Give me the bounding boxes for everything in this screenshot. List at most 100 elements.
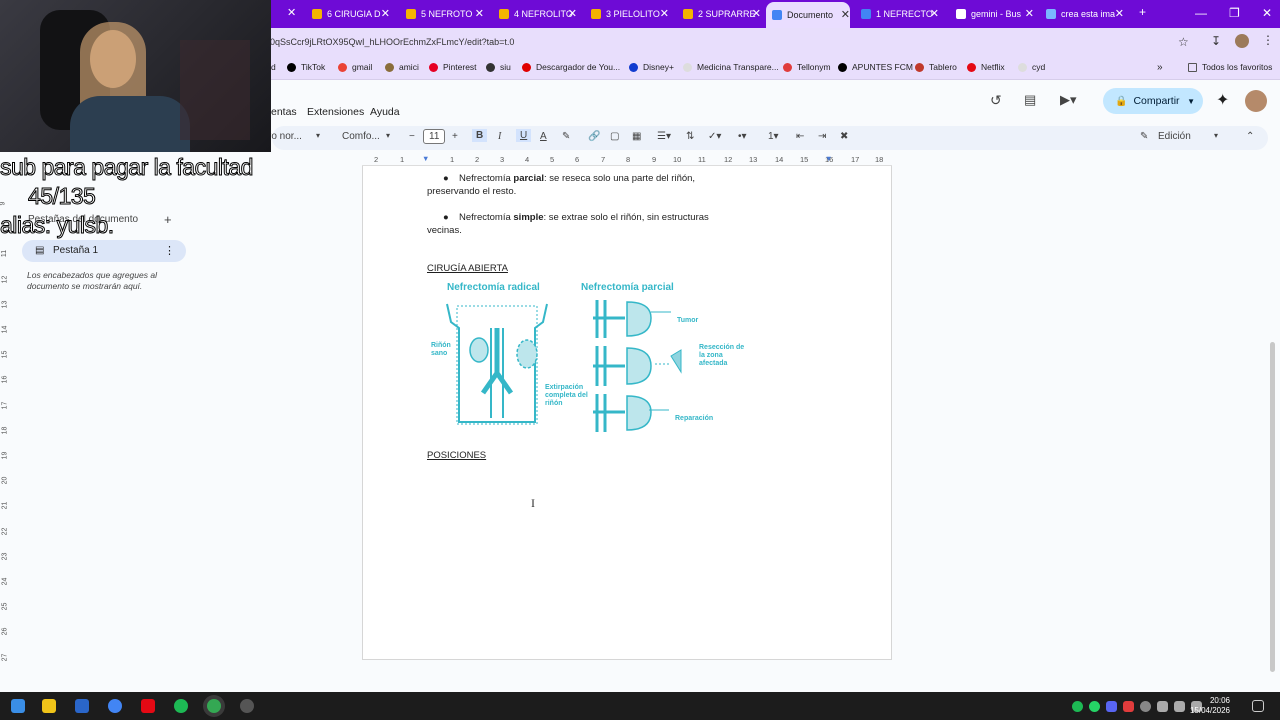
chrome-icon[interactable] <box>108 699 122 713</box>
tab-close-icon[interactable]: ✕ <box>752 7 761 20</box>
style-chevron-icon[interactable]: ▾ <box>316 131 320 140</box>
app-icon[interactable] <box>141 699 155 713</box>
indent-marker-icon[interactable]: ▼ <box>422 154 429 163</box>
spotify-icon[interactable] <box>174 699 188 713</box>
vertical-scrollbar[interactable] <box>1270 342 1275 672</box>
meet-icon[interactable]: ▶▾ <box>1060 92 1077 108</box>
mode-select[interactable]: Edición <box>1158 131 1191 142</box>
profile-avatar[interactable] <box>1235 34 1249 48</box>
sidebar-item-tab-1[interactable]: ▤ Pestaña 1 ⋮ <box>22 240 186 262</box>
underline-button[interactable]: U <box>516 129 532 142</box>
browser-menu-icon[interactable]: ⋮ <box>1262 33 1274 47</box>
browser-tab[interactable]: 3 PIELOLITO ✕ <box>585 4 669 24</box>
right-indent-marker-icon[interactable]: ▼ <box>825 154 832 163</box>
numbered-list-icon[interactable]: 1▾ <box>768 131 779 142</box>
browser-tab[interactable]: 6 CIRUGIA D ✕ <box>306 4 390 24</box>
browser-tab[interactable]: 4 NEFROLITO ✕ <box>493 4 577 24</box>
bookmark-item[interactable]: TikTok <box>287 62 325 72</box>
comments-icon[interactable]: ▤ <box>1024 92 1036 108</box>
menu-tools[interactable]: entas <box>271 106 297 118</box>
download-icon[interactable]: ↧ <box>1211 34 1221 48</box>
bookmark-item[interactable]: d <box>271 62 276 72</box>
minimize-icon[interactable]: — <box>1195 6 1207 20</box>
checklist-icon[interactable]: ✓▾ <box>708 131 721 142</box>
line-spacing-icon[interactable]: ⇅ <box>686 131 694 142</box>
collapse-menu-icon[interactable]: ⌃ <box>1246 131 1254 142</box>
bookmark-item[interactable]: gmail <box>338 62 372 72</box>
browser-tab[interactable]: 5 NEFROTO ✕ <box>400 4 484 24</box>
font-size-input[interactable]: 11 <box>423 129 446 144</box>
browser-tab[interactable]: crea esta ima ✕ <box>1040 4 1124 24</box>
all-favorites-folder[interactable]: Todos los favoritos <box>1188 62 1272 72</box>
tab-close-icon[interactable]: ✕ <box>568 7 577 20</box>
tab-options-icon[interactable]: ⋮ <box>164 244 175 257</box>
insert-image-icon[interactable]: ▦ <box>632 131 641 142</box>
decrease-indent-icon[interactable]: ⇤ <box>796 131 804 142</box>
share-button[interactable]: 🔒 Compartir ▼ <box>1103 88 1203 114</box>
horizontal-ruler[interactable]: 2 1 1 2 3 4 5 6 7 8 9 10 11 12 13 14 15 16 17 18 ▼ ▼ <box>362 154 892 166</box>
highlight-icon[interactable]: ✎ <box>562 131 570 142</box>
bookmark-item[interactable]: Netflix <box>967 62 1005 72</box>
bookmark-item[interactable]: Pinterest <box>429 62 477 72</box>
star-icon[interactable]: ☆ <box>1178 35 1189 49</box>
bookmark-item[interactable]: Disney+ <box>629 62 674 72</box>
menu-help[interactable]: Ayuda <box>370 106 400 118</box>
browser-tab[interactable]: gemini - Bus ✕ <box>950 4 1034 24</box>
more-bookmarks-icon[interactable]: » <box>1157 62 1163 73</box>
tab-close-icon[interactable]: ✕ <box>660 7 669 20</box>
bookmark-item[interactable]: amici <box>385 62 419 72</box>
gemini-icon[interactable]: ✦ <box>1216 90 1229 110</box>
file-explorer-icon[interactable] <box>42 699 56 713</box>
align-icon[interactable]: ☰▾ <box>657 131 671 142</box>
increase-indent-icon[interactable]: ⇥ <box>818 131 826 142</box>
chevron-down-icon[interactable]: ▼ <box>1187 97 1195 106</box>
tray-volume-icon[interactable] <box>1174 701 1185 712</box>
tab-close-icon[interactable]: ✕ <box>930 7 939 20</box>
bookmark-item[interactable]: Tablero <box>915 62 957 72</box>
chrome-active-icon[interactable] <box>207 699 221 713</box>
bookmark-item[interactable]: Medicina Transpare... <box>683 62 779 72</box>
tray-discord-icon[interactable] <box>1106 701 1117 712</box>
tray-app-icon[interactable] <box>1123 701 1134 712</box>
edit-mode-icon[interactable]: ✎ <box>1140 131 1148 142</box>
increase-size-icon[interactable]: + <box>452 131 458 142</box>
tab-close-icon[interactable]: ✕ <box>1025 7 1034 20</box>
account-avatar[interactable] <box>1245 90 1267 112</box>
new-tab-button[interactable]: + <box>1139 5 1146 19</box>
store-icon[interactable] <box>75 699 89 713</box>
bold-button[interactable]: B <box>472 129 488 142</box>
tray-network-icon[interactable] <box>1157 701 1168 712</box>
add-comment-icon[interactable]: ▢ <box>610 131 619 142</box>
document-page[interactable]: ● Nefrectomía parcial: se reseca solo un… <box>362 166 892 660</box>
close-window-icon[interactable]: ✕ <box>1262 6 1272 20</box>
browser-tab[interactable]: Documento ✕ <box>766 2 850 28</box>
bookmark-item[interactable]: cyd <box>1018 62 1045 72</box>
mode-chevron-icon[interactable]: ▾ <box>1214 131 1218 140</box>
browser-tab[interactable]: 1 NEFRECTO ✕ <box>855 4 939 24</box>
font-chevron-icon[interactable]: ▾ <box>386 131 390 140</box>
bookmark-item[interactable]: siu <box>486 62 511 72</box>
tab-close-icon[interactable]: ✕ <box>287 6 296 19</box>
add-tab-icon[interactable]: + <box>164 212 172 227</box>
bullet-list-icon[interactable]: •▾ <box>738 131 747 142</box>
bookmark-item[interactable]: APUNTES FCM <box>838 62 913 72</box>
url-field[interactable]: 0qSsCcr9jLRtOX95QwI_hLHOOrEchmZxFLmcY/ed… <box>270 37 514 47</box>
tray-spotify-icon[interactable] <box>1072 701 1083 712</box>
decrease-size-icon[interactable]: − <box>409 131 415 142</box>
tab-close-icon[interactable]: ✕ <box>381 7 390 20</box>
obs-icon[interactable] <box>240 699 254 713</box>
restore-icon[interactable]: ❐ <box>1229 6 1240 20</box>
bookmark-item[interactable]: Descargador de You... <box>522 62 620 72</box>
notifications-icon[interactable] <box>1252 700 1264 712</box>
text-color-button[interactable]: A <box>540 131 547 142</box>
font-select[interactable]: Comfo... <box>342 131 380 142</box>
tab-close-icon[interactable]: ✕ <box>1115 7 1124 20</box>
style-select[interactable]: ro nor... <box>268 131 302 142</box>
menu-extensions[interactable]: Extensiones <box>307 106 364 118</box>
tab-close-icon[interactable]: ✕ <box>475 7 484 20</box>
tray-whatsapp-icon[interactable] <box>1089 701 1100 712</box>
windows-start-icon[interactable] <box>11 699 25 713</box>
browser-tab[interactable]: 2 SUPRARRE ✕ <box>677 4 761 24</box>
tab-close-icon[interactable]: ✕ <box>841 8 850 21</box>
taskbar-clock[interactable]: 20:06 15/04/2026 <box>1190 696 1230 716</box>
